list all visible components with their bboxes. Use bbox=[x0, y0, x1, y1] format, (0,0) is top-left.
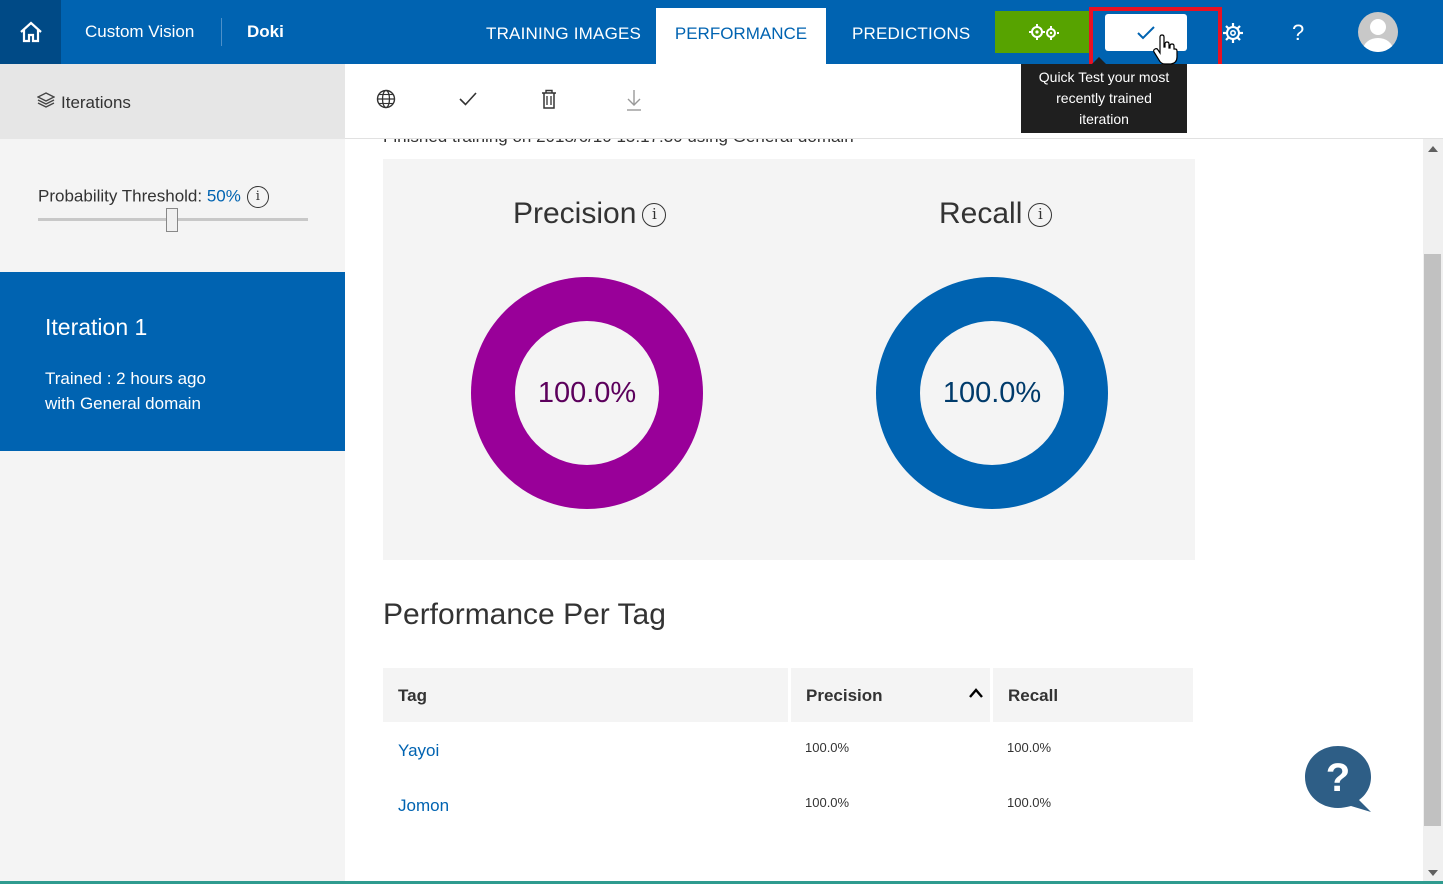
iterations-header[interactable]: Iterations bbox=[0, 64, 345, 139]
hand-cursor-icon bbox=[1153, 34, 1178, 65]
iteration-title: Iteration 1 bbox=[45, 314, 148, 340]
threshold-slider-handle[interactable] bbox=[166, 208, 178, 232]
tag-precision-value: 100.0% bbox=[805, 795, 850, 810]
delete-trash-icon[interactable] bbox=[541, 89, 557, 109]
performance-main: Finished training on 2018/6/10 15:17:30 … bbox=[345, 139, 1423, 884]
threshold-text: Probability Threshold: bbox=[38, 186, 207, 206]
column-header-recall[interactable]: Recall bbox=[993, 668, 1193, 722]
precision-label: Precision bbox=[513, 197, 637, 230]
precision-title: Precision i bbox=[513, 197, 667, 231]
finished-training-text: Finished training on 2018/6/10 15:17:30 … bbox=[383, 139, 854, 147]
scrollbar-thumb[interactable] bbox=[1424, 254, 1441, 826]
gears-icon bbox=[1029, 24, 1059, 40]
quick-test-tooltip: Quick Test your most recently trained it… bbox=[1021, 64, 1187, 133]
recall-value: 100.0% bbox=[920, 321, 1064, 465]
info-icon[interactable]: i bbox=[246, 186, 269, 208]
iterations-sidebar: Iterations Probability Threshold: 50% i I… bbox=[0, 64, 345, 884]
iteration-details: Trained : 2 hours ago with General domai… bbox=[45, 366, 206, 416]
info-icon[interactable]: i bbox=[1028, 203, 1053, 228]
column-header-tag[interactable]: Tag bbox=[383, 668, 788, 722]
project-name[interactable]: Doki bbox=[247, 22, 284, 42]
recall-label: Recall bbox=[939, 197, 1023, 230]
train-button[interactable] bbox=[995, 11, 1091, 53]
user-avatar[interactable] bbox=[1358, 12, 1398, 52]
tooltip-line: iteration bbox=[1079, 111, 1129, 127]
iteration-toolbar bbox=[345, 64, 1443, 139]
threshold-value: 50% bbox=[206, 186, 241, 206]
app-name-link[interactable]: Custom Vision bbox=[85, 22, 194, 42]
header-divider bbox=[221, 18, 222, 46]
user-icon bbox=[1363, 19, 1393, 52]
tag-recall-value: 100.0% bbox=[1007, 740, 1052, 755]
performance-per-tag-title: Performance Per Tag bbox=[383, 598, 666, 631]
iteration-trained-time: Trained : 2 hours ago bbox=[45, 369, 206, 388]
make-default-checkmark-icon[interactable] bbox=[458, 89, 478, 109]
precision-header-label: Precision bbox=[806, 686, 883, 705]
recall-donut-chart: 100.0% bbox=[876, 277, 1108, 509]
gear-icon bbox=[1223, 23, 1243, 43]
layers-icon bbox=[37, 92, 55, 108]
settings-button[interactable] bbox=[1222, 22, 1244, 49]
info-icon[interactable]: i bbox=[642, 203, 667, 228]
home-icon bbox=[19, 21, 42, 43]
tag-link-yayoi[interactable]: Yayoi bbox=[398, 741, 439, 761]
tab-training-images[interactable]: TRAINING IMAGES bbox=[486, 24, 641, 44]
download-export-icon[interactable] bbox=[626, 89, 642, 111]
iteration-domain: with General domain bbox=[45, 394, 201, 413]
top-navigation-bar: Custom Vision Doki TRAINING IMAGES PERFO… bbox=[0, 0, 1443, 64]
tooltip-arrow bbox=[1092, 57, 1106, 64]
recall-title: Recall i bbox=[939, 197, 1053, 231]
scroll-down-arrow-icon[interactable] bbox=[1428, 870, 1438, 876]
tab-performance[interactable]: PERFORMANCE bbox=[656, 8, 826, 64]
tooltip-line: recently trained bbox=[1056, 90, 1152, 106]
tag-recall-value: 100.0% bbox=[1007, 795, 1052, 810]
tag-link-jomon[interactable]: Jomon bbox=[398, 796, 449, 816]
metrics-panel: Precision i 100.0% Recall i 100.0% bbox=[383, 159, 1195, 560]
tag-precision-value: 100.0% bbox=[805, 740, 850, 755]
tab-predictions[interactable]: PREDICTIONS bbox=[852, 24, 970, 44]
precision-donut-chart: 100.0% bbox=[471, 277, 703, 509]
probability-threshold-label: Probability Threshold: 50% i bbox=[38, 186, 269, 208]
help-button[interactable]: ? bbox=[1292, 20, 1304, 46]
home-button[interactable] bbox=[0, 0, 61, 64]
help-chat-bubble-icon[interactable]: ? bbox=[1303, 744, 1373, 814]
svg-text:?: ? bbox=[1326, 756, 1350, 800]
iterations-label: Iterations bbox=[61, 93, 131, 112]
table-header-row: Tag Precision Recall bbox=[383, 668, 1193, 722]
iteration-item-1[interactable]: Iteration 1 Trained : 2 hours ago with G… bbox=[0, 272, 345, 451]
globe-icon[interactable] bbox=[376, 89, 396, 109]
column-header-precision[interactable]: Precision bbox=[791, 668, 990, 722]
tooltip-line: Quick Test your most bbox=[1038, 69, 1170, 85]
sort-ascending-icon bbox=[969, 688, 983, 698]
scroll-up-arrow-icon[interactable] bbox=[1428, 146, 1438, 152]
precision-value: 100.0% bbox=[515, 321, 659, 465]
